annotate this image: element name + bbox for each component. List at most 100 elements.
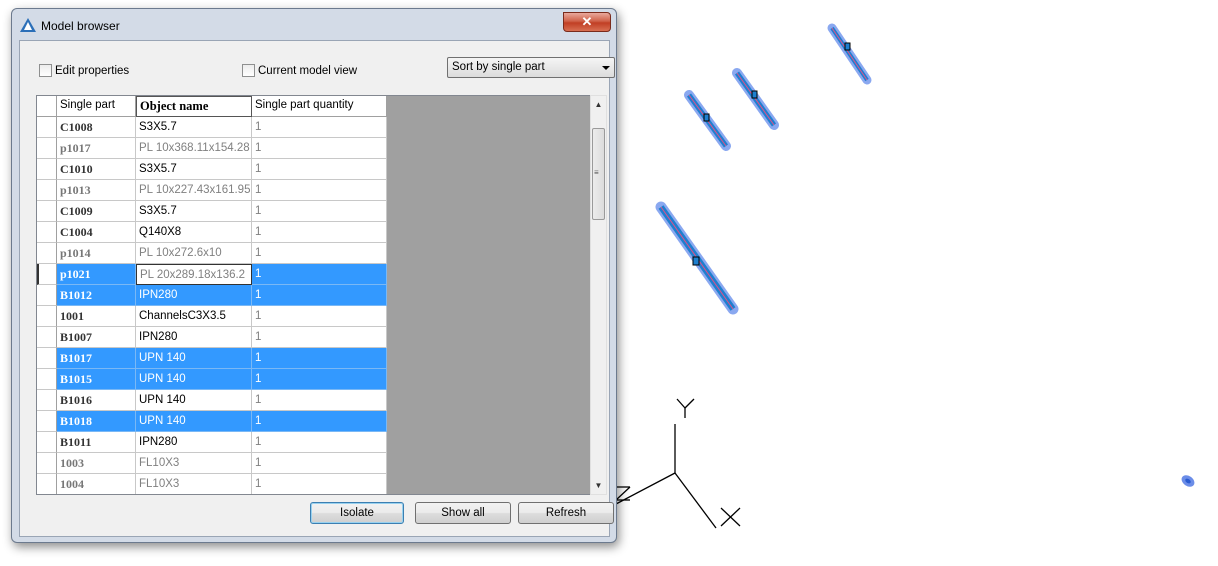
cell-object-name[interactable]: UPN 140 (136, 390, 252, 411)
cell-object-name[interactable]: FL10X3 (136, 453, 252, 474)
table-row[interactable]: B1018 UPN 140 1 (37, 411, 387, 432)
cell-single-part[interactable]: C1010 (57, 159, 136, 180)
row-header[interactable] (37, 117, 57, 138)
title-bar[interactable]: Model browser ✕ (12, 9, 616, 41)
column-header-object-name[interactable]: Object name (136, 96, 252, 117)
grid-vertical-scrollbar[interactable]: ▲ ≡ ▼ (590, 95, 607, 495)
current-model-view-checkbox[interactable]: Current model view (242, 64, 357, 77)
cell-object-name[interactable]: FL10X3 (136, 474, 252, 494)
close-button[interactable]: ✕ (563, 12, 611, 32)
table-row[interactable]: 1001 ChannelsC3X3.5 1 (37, 306, 387, 327)
cell-object-name[interactable]: S3X5.7 (136, 201, 252, 222)
cell-object-name[interactable]: PL 10x272.6x10 (136, 243, 252, 264)
cell-single-part[interactable]: 1001 (57, 306, 136, 327)
cell-single-part[interactable]: 1004 (57, 474, 136, 494)
cell-single-part[interactable]: B1015 (57, 369, 136, 390)
table-row[interactable]: 1003 FL10X3 1 (37, 453, 387, 474)
table-row[interactable]: p1017 PL 10x368.11x154.28 1 (37, 138, 387, 159)
row-header[interactable] (37, 348, 57, 369)
cell-single-part[interactable]: p1014 (57, 243, 136, 264)
cell-object-name[interactable]: IPN280 (136, 432, 252, 453)
table-row[interactable]: p1014 PL 10x272.6x10 1 (37, 243, 387, 264)
edit-properties-checkbox[interactable]: Edit properties (39, 64, 129, 77)
cell-single-part-quantity[interactable]: 1 (252, 453, 387, 474)
table-row[interactable]: B1017 UPN 140 1 (37, 348, 387, 369)
cell-single-part[interactable]: 1003 (57, 453, 136, 474)
cell-object-name[interactable]: IPN280 (136, 327, 252, 348)
cell-single-part[interactable]: C1008 (57, 117, 136, 138)
cell-single-part-quantity[interactable]: 1 (252, 159, 387, 180)
checkbox-box[interactable] (242, 64, 255, 77)
structural-member[interactable] (827, 23, 872, 85)
row-header[interactable] (37, 306, 57, 327)
cell-single-part-quantity[interactable]: 1 (252, 390, 387, 411)
cell-single-part[interactable]: p1017 (57, 138, 136, 159)
row-header[interactable] (37, 432, 57, 453)
cell-single-part[interactable]: B1018 (57, 411, 136, 432)
cell-object-name[interactable]: PL 10x368.11x154.28 (136, 138, 252, 159)
cell-single-part-quantity[interactable]: 1 (252, 117, 387, 138)
checkbox-box[interactable] (39, 64, 52, 77)
row-header[interactable] (37, 369, 57, 390)
cell-object-name[interactable]: S3X5.7 (136, 159, 252, 180)
cell-single-part-quantity[interactable]: 1 (252, 306, 387, 327)
cell-single-part[interactable]: p1021 (57, 264, 136, 285)
show-all-button[interactable]: Show all (415, 502, 511, 524)
cell-single-part[interactable]: B1017 (57, 348, 136, 369)
cell-single-part-quantity[interactable]: 1 (252, 243, 387, 264)
row-header[interactable] (37, 201, 57, 222)
row-header[interactable] (37, 327, 57, 348)
cell-single-part[interactable]: B1016 (57, 390, 136, 411)
cell-object-name[interactable]: PL 20x289.18x136.2 (136, 264, 252, 285)
cell-single-part-quantity[interactable]: 1 (252, 369, 387, 390)
table-row[interactable]: C1004 Q140X8 1 (37, 222, 387, 243)
cell-single-part-quantity[interactable]: 1 (252, 285, 387, 306)
table-row[interactable]: p1013 PL 10x227.43x161.95 1 (37, 180, 387, 201)
refresh-button[interactable]: Refresh (518, 502, 614, 524)
table-row[interactable]: B1012 IPN280 1 (37, 285, 387, 306)
parts-grid[interactable]: Single part Object name Single part quan… (36, 95, 603, 495)
column-header-single-part-quantity[interactable]: Single part quantity (252, 96, 387, 117)
cell-single-part[interactable]: B1007 (57, 327, 136, 348)
table-row[interactable]: 1004 FL10X3 1 (37, 474, 387, 494)
cell-object-name[interactable]: PL 10x227.43x161.95 (136, 180, 252, 201)
scroll-down-arrow-icon[interactable]: ▼ (591, 477, 606, 494)
small-part[interactable] (1179, 473, 1196, 489)
row-header[interactable] (37, 243, 57, 264)
row-header[interactable] (37, 390, 57, 411)
cell-single-part-quantity[interactable]: 1 (252, 474, 387, 494)
table-row[interactable]: B1011 IPN280 1 (37, 432, 387, 453)
row-header[interactable] (37, 222, 57, 243)
cell-single-part-quantity[interactable]: 1 (252, 138, 387, 159)
cell-single-part-quantity[interactable]: 1 (252, 222, 387, 243)
cell-single-part[interactable]: B1012 (57, 285, 136, 306)
row-header[interactable] (37, 285, 57, 306)
table-row[interactable]: B1007 IPN280 1 (37, 327, 387, 348)
cell-single-part-quantity[interactable]: 1 (252, 201, 387, 222)
table-row[interactable]: C1010 S3X5.7 1 (37, 159, 387, 180)
cell-object-name[interactable]: IPN280 (136, 285, 252, 306)
row-header[interactable] (37, 411, 57, 432)
row-header[interactable] (37, 264, 57, 285)
table-row[interactable]: C1009 S3X5.7 1 (37, 201, 387, 222)
sort-dropdown[interactable]: Sort by single part (447, 57, 615, 78)
cell-single-part[interactable]: C1004 (57, 222, 136, 243)
grid-corner-header[interactable] (37, 96, 57, 117)
cell-object-name[interactable]: UPN 140 (136, 348, 252, 369)
table-row[interactable]: C1008 S3X5.7 1 (37, 117, 387, 138)
cell-object-name[interactable]: ChannelsC3X3.5 (136, 306, 252, 327)
structural-member[interactable] (655, 201, 739, 315)
cell-single-part-quantity[interactable]: 1 (252, 348, 387, 369)
structural-member[interactable] (732, 68, 779, 130)
scroll-up-arrow-icon[interactable]: ▲ (591, 96, 606, 113)
chevron-down-icon[interactable] (602, 66, 610, 70)
cell-single-part[interactable]: p1013 (57, 180, 136, 201)
isolate-button[interactable]: Isolate (310, 502, 404, 524)
cell-object-name[interactable]: UPN 140 (136, 411, 252, 432)
row-header[interactable] (37, 159, 57, 180)
cell-single-part[interactable]: C1009 (57, 201, 136, 222)
cell-single-part-quantity[interactable]: 1 (252, 180, 387, 201)
table-row[interactable]: p1021 PL 20x289.18x136.2 1 (37, 264, 387, 285)
table-row[interactable]: B1016 UPN 140 1 (37, 390, 387, 411)
table-row[interactable]: B1015 UPN 140 1 (37, 369, 387, 390)
